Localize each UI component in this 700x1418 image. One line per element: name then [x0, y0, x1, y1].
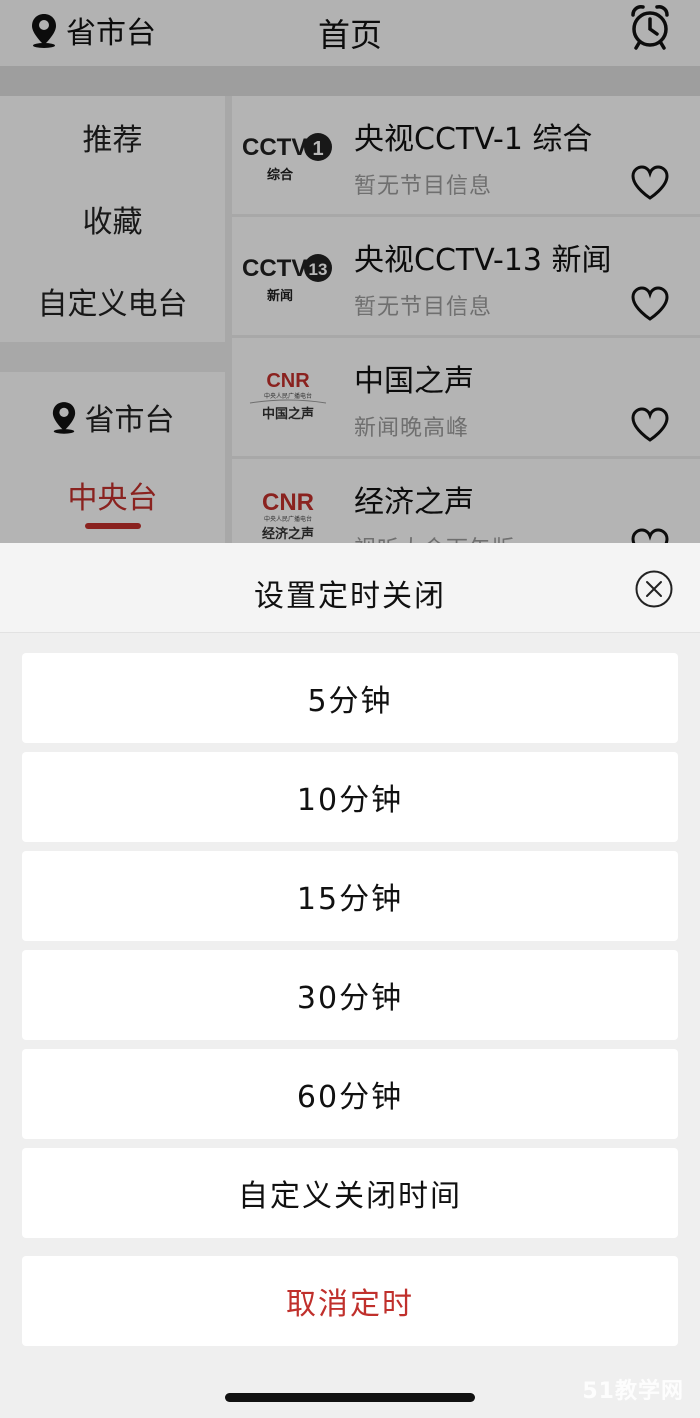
- timer-option-15min[interactable]: 15分钟: [22, 851, 678, 941]
- timer-option-10min[interactable]: 10分钟: [22, 752, 678, 842]
- sheet-header: 设置定时关闭: [0, 543, 700, 633]
- timer-bottom-sheet: 设置定时关闭 5分钟 10分钟 15分钟 30分钟 60分钟 自定义关闭时间 取…: [0, 543, 700, 1418]
- timer-option-60min[interactable]: 60分钟: [22, 1049, 678, 1139]
- watermark: 51教学网: [582, 1379, 684, 1404]
- timer-option-30min[interactable]: 30分钟: [22, 950, 678, 1040]
- timer-option-5min[interactable]: 5分钟: [22, 653, 678, 743]
- sheet-title: 设置定时关闭: [254, 579, 446, 614]
- timer-option-custom[interactable]: 自定义关闭时间: [22, 1148, 678, 1238]
- home-indicator[interactable]: [225, 1393, 475, 1402]
- close-icon[interactable]: [634, 569, 674, 609]
- cancel-timer-button[interactable]: 取消定时: [22, 1256, 678, 1346]
